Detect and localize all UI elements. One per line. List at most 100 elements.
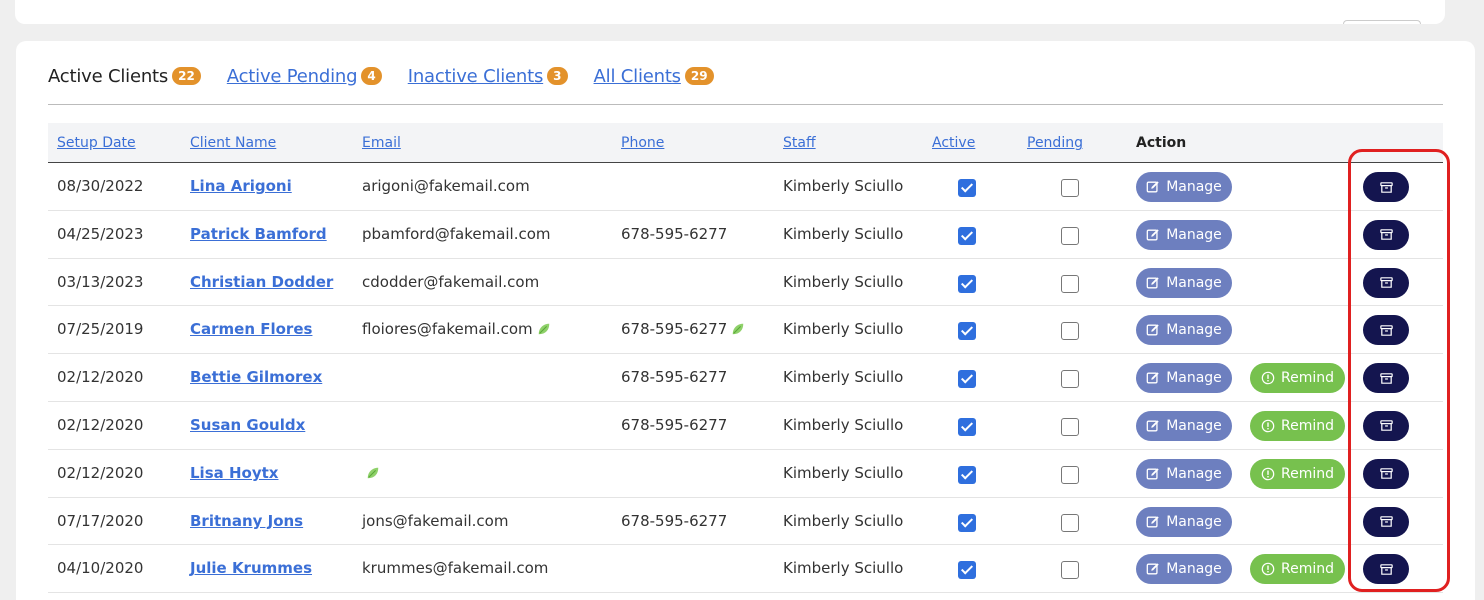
setup-date: 04/10/2020 <box>57 559 144 578</box>
remind-label: Remind <box>1281 465 1334 482</box>
manage-button[interactable]: Manage <box>1136 363 1232 394</box>
pending-checkbox[interactable] <box>1061 322 1079 341</box>
phone-cell: 678-595-6277 <box>621 512 727 530</box>
sort-phone[interactable]: Phone <box>621 135 664 151</box>
client-name-link[interactable]: Christian Dodder <box>190 273 333 291</box>
pending-checkbox[interactable] <box>1061 465 1079 484</box>
active-checkbox[interactable] <box>958 322 976 341</box>
edit-icon <box>1146 419 1160 433</box>
table-row: 02/12/2020 Lisa Hoytx Kimberly Sciullo Mana… <box>48 450 1443 498</box>
archive-button[interactable] <box>1363 458 1409 489</box>
remind-button[interactable]: Remind <box>1250 363 1345 394</box>
manage-button[interactable]: Manage <box>1136 172 1232 202</box>
tab-inactive-clients[interactable]: Inactive Clients 3 <box>408 66 568 87</box>
archive-icon <box>1379 180 1394 195</box>
manage-button[interactable]: Manage <box>1136 315 1232 346</box>
phone-cell: 678-595-6277 <box>621 320 745 338</box>
client-name-link[interactable]: Carmen Flores <box>190 320 312 338</box>
pending-checkbox[interactable] <box>1061 274 1079 293</box>
archive-button[interactable] <box>1363 315 1409 346</box>
staff-name: Kimberly Sciullo <box>783 368 904 387</box>
archive-button[interactable] <box>1363 219 1409 250</box>
pending-checkbox[interactable] <box>1061 179 1079 197</box>
sort-pending[interactable]: Pending <box>1027 135 1083 151</box>
phone-cell: 678-595-6277 <box>621 368 727 386</box>
setup-date: 07/25/2019 <box>57 320 144 339</box>
sort-staff[interactable]: Staff <box>783 135 816 151</box>
client-tabs: Active Clients 22 Active Pending 4 Inact… <box>48 63 740 89</box>
active-checkbox[interactable] <box>958 274 976 293</box>
setup-date: 08/30/2022 <box>57 177 144 195</box>
archive-button[interactable] <box>1363 554 1409 585</box>
pending-checkbox[interactable] <box>1061 417 1079 436</box>
active-checkbox[interactable] <box>958 179 976 197</box>
count-badge: 22 <box>172 67 201 85</box>
pending-checkbox[interactable] <box>1061 513 1079 532</box>
tab-all-clients[interactable]: All Clients 29 <box>594 66 714 87</box>
table-row: 02/12/2020 Susan Gouldx 678-595-6277 Kimber… <box>48 402 1443 450</box>
action-header: Action <box>1136 135 1187 151</box>
active-checkbox[interactable] <box>958 417 976 436</box>
archive-button[interactable] <box>1363 363 1409 394</box>
archive-icon <box>1379 371 1394 386</box>
tab-active-pending[interactable]: Active Pending 4 <box>227 66 382 87</box>
info-icon <box>1261 562 1275 576</box>
staff-name: Kimberly Sciullo <box>783 224 904 243</box>
archive-button[interactable] <box>1363 506 1409 537</box>
sort-client-name[interactable]: Client Name <box>190 135 276 151</box>
archive-button[interactable] <box>1363 410 1409 441</box>
edit-icon <box>1146 228 1160 242</box>
leaf-icon <box>366 466 380 480</box>
archive-button[interactable] <box>1363 267 1409 298</box>
manage-button[interactable]: Manage <box>1136 410 1232 441</box>
pending-checkbox[interactable] <box>1061 561 1079 580</box>
client-name-link[interactable]: Lina Arigoni <box>190 177 292 195</box>
client-name-link[interactable]: Susan Gouldx <box>190 416 305 434</box>
pending-checkbox[interactable] <box>1061 226 1079 245</box>
manage-label: Manage <box>1166 465 1222 482</box>
active-checkbox[interactable] <box>958 370 976 389</box>
client-name-link[interactable]: Julie Krummes <box>190 559 312 577</box>
staff-name: Kimberly Sciullo <box>783 320 904 339</box>
archive-button[interactable] <box>1363 172 1409 202</box>
previous-card <box>15 0 1445 24</box>
manage-button[interactable]: Manage <box>1136 267 1232 298</box>
tab-active-clients[interactable]: Active Clients 22 <box>48 66 201 87</box>
pending-checkbox[interactable] <box>1061 370 1079 389</box>
staff-name: Kimberly Sciullo <box>783 272 904 291</box>
leaf-icon <box>731 322 745 336</box>
archive-icon <box>1379 227 1394 242</box>
active-checkbox[interactable] <box>958 465 976 484</box>
sort-setup-date[interactable]: Setup Date <box>57 135 136 151</box>
email-cell: cdodder@fakemail.com <box>362 273 539 291</box>
table-row: 02/12/2020 Bettie Gilmorex 678-595-6277 Kim… <box>48 354 1443 402</box>
setup-date: 02/12/2020 <box>57 463 144 482</box>
email-cell: arigoni@fakemail.com <box>362 177 530 195</box>
phone-text: 678-595-6277 <box>621 320 728 339</box>
remind-button[interactable]: Remind <box>1250 458 1345 489</box>
remind-label: Remind <box>1281 370 1334 387</box>
info-icon <box>1261 419 1275 433</box>
active-checkbox[interactable] <box>958 226 976 245</box>
client-name-link[interactable]: Patrick Bamford <box>190 225 327 243</box>
client-name-link[interactable]: Britnany Jons <box>190 512 303 530</box>
manage-button[interactable]: Manage <box>1136 554 1232 585</box>
active-checkbox[interactable] <box>958 561 976 580</box>
manage-button[interactable]: Manage <box>1136 219 1232 250</box>
email-text: floiores@fakemail.com <box>362 320 533 339</box>
active-checkbox[interactable] <box>958 513 976 532</box>
remind-button[interactable]: Remind <box>1250 554 1345 585</box>
remind-label: Remind <box>1281 417 1334 434</box>
sort-active[interactable]: Active <box>932 135 975 151</box>
manage-button[interactable]: Manage <box>1136 506 1232 537</box>
remind-button[interactable]: Remind <box>1250 410 1345 441</box>
email-text: jons@fakemail.com <box>362 511 509 530</box>
sort-email[interactable]: Email <box>362 135 401 151</box>
edit-icon <box>1146 467 1160 481</box>
client-name-link[interactable]: Lisa Hoytx <box>190 464 278 482</box>
manage-button[interactable]: Manage <box>1136 458 1232 489</box>
table-header: Setup Date Client Name Email Phone Staff… <box>48 123 1443 163</box>
setup-date: 02/12/2020 <box>57 368 144 387</box>
client-name-link[interactable]: Bettie Gilmorex <box>190 368 322 386</box>
manage-label: Manage <box>1166 417 1222 434</box>
